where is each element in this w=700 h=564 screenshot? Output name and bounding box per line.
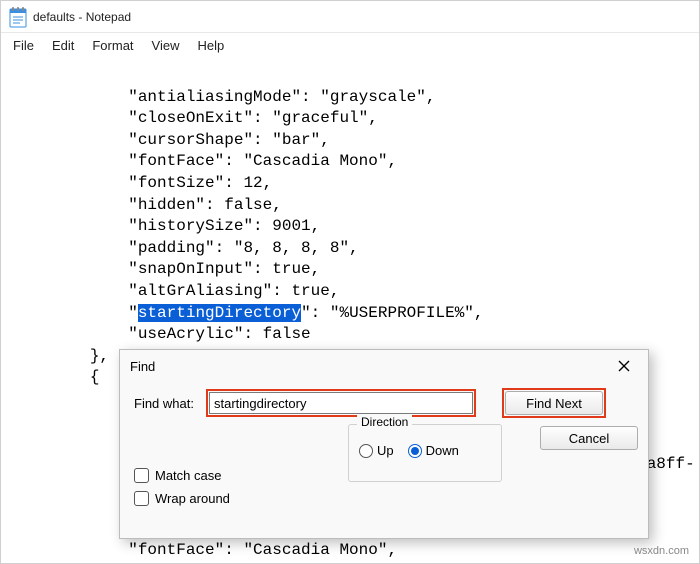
radio-up-wrap[interactable]: Up — [359, 443, 394, 458]
menu-edit[interactable]: Edit — [52, 38, 74, 53]
menu-view[interactable]: View — [152, 38, 180, 53]
radio-up[interactable] — [359, 444, 373, 458]
code-line: "snapOnInput": true, — [13, 260, 320, 278]
code-line: }, — [13, 347, 109, 365]
window-titlebar: defaults - Notepad — [1, 1, 699, 33]
find-what-input[interactable] — [209, 392, 473, 414]
notepad-icon — [9, 6, 27, 28]
match-case-row[interactable]: Match case — [134, 468, 230, 483]
menu-format[interactable]: Format — [92, 38, 133, 53]
find-input-highlight — [206, 389, 476, 417]
code-line: "fontFace": "Cascadia Mono", — [13, 541, 397, 559]
close-icon[interactable] — [610, 354, 638, 378]
search-highlight: startingDirectory — [138, 304, 301, 322]
direction-group: Direction Up Down — [348, 424, 502, 482]
code-line: "useAcrylic": false — [13, 325, 311, 343]
code-line: "fontFace": "Cascadia Mono", — [13, 152, 397, 170]
find-next-button[interactable]: Find Next — [505, 391, 603, 415]
code-line: "antialiasingMode": "grayscale", — [13, 88, 435, 106]
direction-label: Direction — [357, 415, 412, 429]
window-title: defaults - Notepad — [33, 10, 131, 24]
code-line-suffix: ": "%USERPROFILE%", — [301, 304, 483, 322]
code-line: "fontSize": 12, — [13, 174, 272, 192]
wrap-around-row[interactable]: Wrap around — [134, 491, 230, 506]
find-dialog: Find Find what: Find Next Cancel Directi… — [119, 349, 649, 539]
menubar: File Edit Format View Help — [1, 33, 699, 57]
menu-file[interactable]: File — [13, 38, 34, 53]
code-line: { — [13, 368, 99, 386]
radio-up-label: Up — [377, 443, 394, 458]
find-dialog-body: Find what: Find Next Cancel Direction Up — [120, 382, 648, 538]
code-line: "padding": "8, 8, 8, 8", — [13, 239, 359, 257]
find-what-label: Find what: — [134, 396, 198, 411]
code-line: "closeOnExit": "graceful", — [13, 109, 378, 127]
find-next-highlight: Find Next — [502, 388, 606, 418]
radio-down-label: Down — [426, 443, 459, 458]
code-line-prefix: " — [13, 304, 138, 322]
code-line: "hidden": false, — [13, 196, 282, 214]
match-case-checkbox[interactable] — [134, 468, 149, 483]
wrap-around-label: Wrap around — [155, 491, 230, 506]
cancel-button[interactable]: Cancel — [540, 426, 638, 450]
watermark: wsxdn.com — [634, 545, 689, 557]
match-case-label: Match case — [155, 468, 221, 483]
code-line: "altGrAliasing": true, — [13, 282, 339, 300]
find-dialog-title: Find — [130, 359, 155, 374]
code-line: "historySize": 9001, — [13, 217, 320, 235]
wrap-around-checkbox[interactable] — [134, 491, 149, 506]
radio-down-wrap[interactable]: Down — [408, 443, 459, 458]
radio-down[interactable] — [408, 444, 422, 458]
find-dialog-titlebar[interactable]: Find — [120, 350, 648, 382]
menu-help[interactable]: Help — [197, 38, 224, 53]
code-line: "cursorShape": "bar", — [13, 131, 330, 149]
